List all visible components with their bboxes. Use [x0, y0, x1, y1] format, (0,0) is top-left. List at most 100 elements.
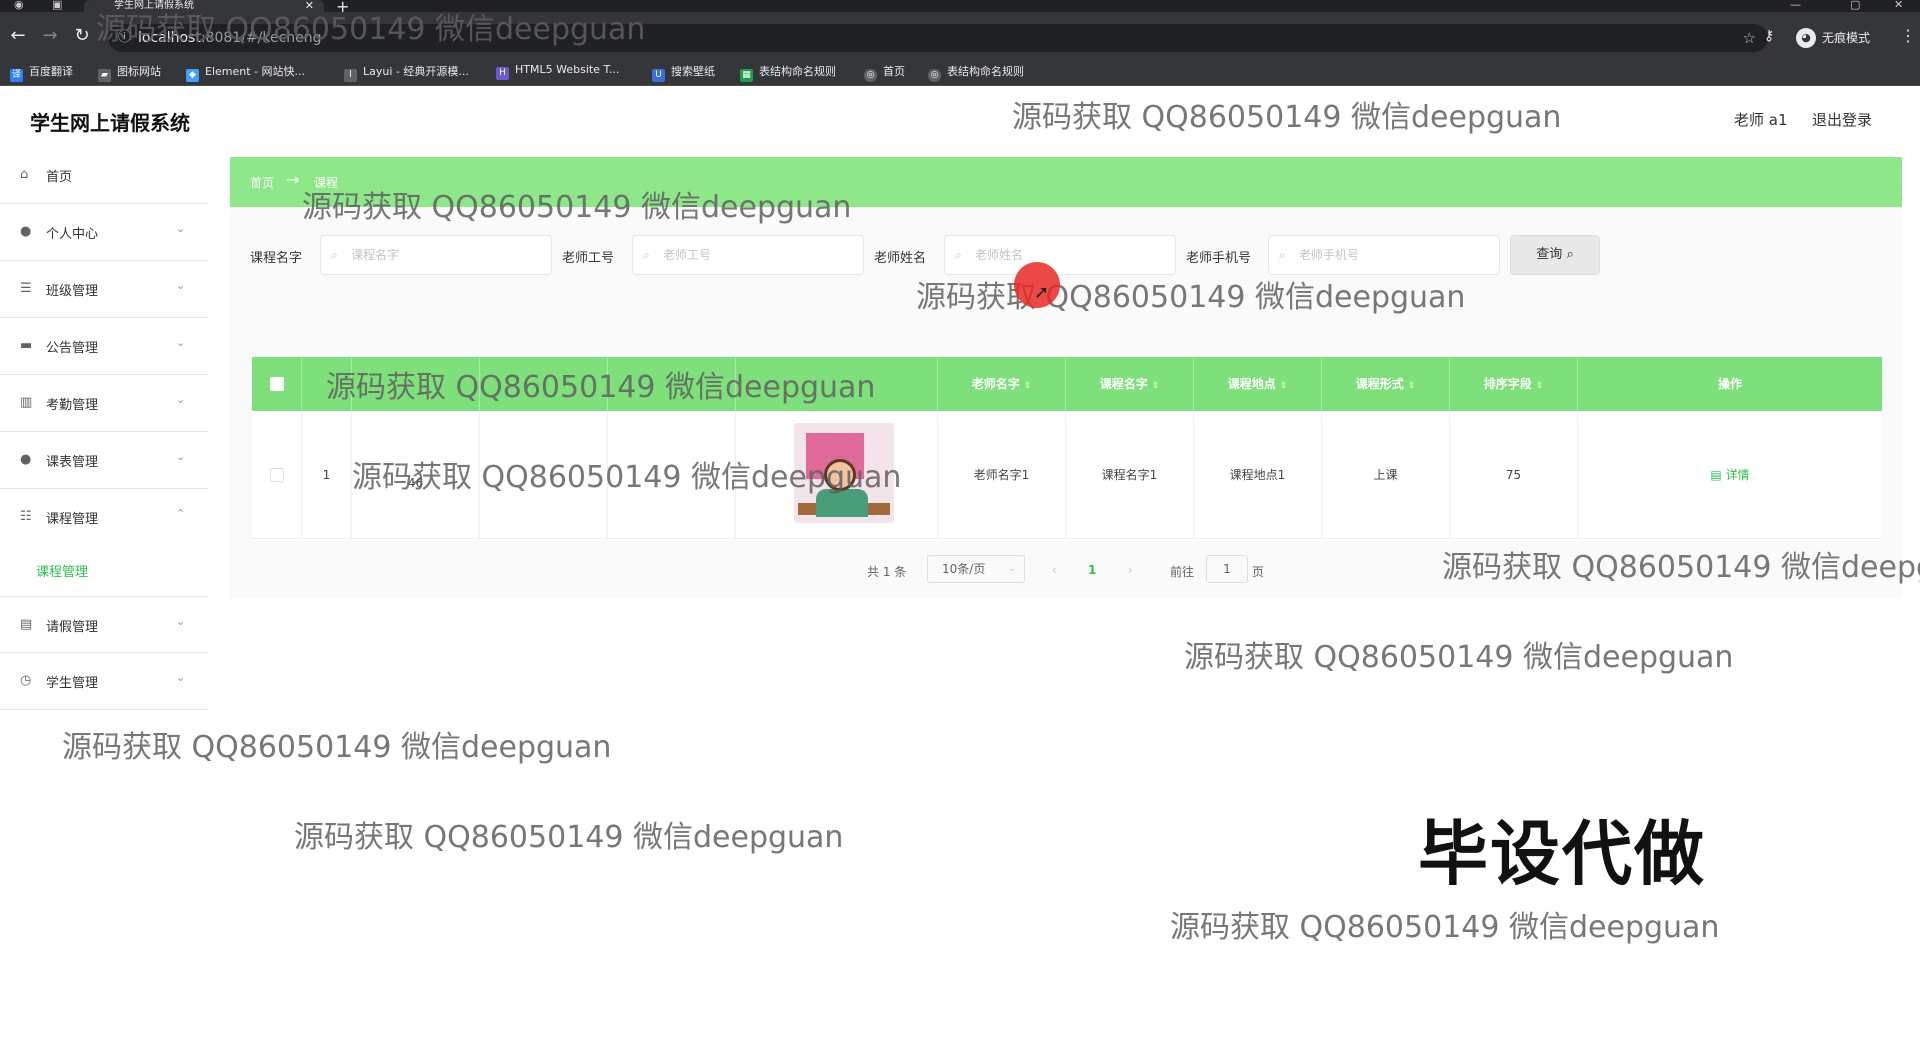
goto-page-input[interactable]: 1 [1206, 555, 1248, 583]
user-icon: ● [20, 452, 32, 467]
ad-banner-text: 毕设代做 [1418, 813, 1706, 895]
minimize-icon[interactable]: — [1790, 0, 1801, 11]
row-sort: 75 [1450, 411, 1578, 539]
sidebar-item-course[interactable]: ☷ 课程管理 ⌃ [0, 489, 208, 546]
sidebar-item-student[interactable]: ◷ 学生管理 ⌄ [0, 653, 208, 710]
maximize-icon[interactable]: ▢ [1850, 0, 1860, 11]
column-header-action: 操作 [1717, 377, 1742, 391]
forward-icon[interactable]: → [38, 25, 62, 46]
column-header-sort[interactable]: 排序字段 ⇕ [1450, 357, 1578, 411]
reload-icon[interactable]: ↻ [70, 25, 94, 46]
sort-icon[interactable]: ⇕ [1280, 381, 1288, 391]
detail-button[interactable]: ▤ 详情 [1710, 468, 1749, 482]
bookmark-item[interactable]: ◎ 表结构命名规则 [928, 63, 1024, 82]
sidebar-item-class[interactable]: ☰ 班级管理 ⌄ [0, 261, 208, 318]
browser-logo-icon: ◉ [14, 0, 24, 11]
watermark-text: 源码获取 QQ86050149 微信deepguan [294, 820, 844, 855]
bookmark-item[interactable]: ▦ 表结构命名规则 [740, 63, 836, 82]
sidebar-item-attendance[interactable]: ▥ 考勤管理 ⌄ [0, 375, 208, 432]
sidebar-item-home[interactable]: ⌂ 首页 [0, 147, 208, 204]
watermark-text: 源码获取 QQ86050149 微信deepguan [96, 12, 646, 47]
chevron-down-icon: ⌄ [176, 336, 186, 349]
row-course-location: 课程地点1 [1194, 411, 1322, 539]
bookmark-item[interactable]: ◆ Element - 网站快... [186, 63, 305, 82]
watermark-text: 源码获取 QQ86050149 微信deepguan [916, 280, 1466, 315]
chevron-down-icon: ⌄ [176, 393, 186, 406]
sort-icon[interactable]: ⇕ [1408, 381, 1416, 391]
html5-icon: H [496, 67, 509, 80]
back-icon[interactable]: ← [6, 25, 30, 46]
element-icon: ◆ [186, 69, 199, 82]
column-header-course-form[interactable]: 课程形式 ⇕ [1322, 357, 1450, 411]
next-page-icon[interactable]: › [1128, 563, 1133, 577]
arrow-right-icon: → [286, 170, 300, 189]
app-title: 学生网上请假系统 [30, 111, 190, 135]
page-unit-label: 页 [1252, 565, 1265, 579]
mouse-cursor-icon: ➚ [1034, 282, 1050, 303]
incognito-indicator[interactable]: ◕ 无痕模式 [1796, 26, 1870, 50]
row-course-form: 上课 [1322, 411, 1450, 539]
sort-icon[interactable]: ⇕ [1536, 381, 1544, 391]
select-all-checkbox[interactable] [270, 377, 284, 391]
sliders-icon: ☷ [20, 509, 32, 524]
page-number-current[interactable]: 1 [1088, 563, 1096, 577]
chevron-down-icon: ⌄ [176, 671, 186, 684]
chevron-up-icon: ⌃ [176, 507, 186, 520]
window-close-icon[interactable]: ✕ [1894, 0, 1903, 11]
course-name-label: 课程名字 [250, 251, 303, 266]
bookmark-item[interactable]: l Layui - 经典开源模... [344, 63, 469, 82]
logout-button[interactable]: 退出登录 [1812, 109, 1872, 130]
bookmark-item[interactable]: ▰ 图标网站 [98, 63, 161, 82]
goto-label: 前往 [1170, 565, 1195, 579]
chevron-down-icon: ⌄ [176, 222, 186, 235]
sidebar-item-personal-center[interactable]: ● 个人中心 ⌄ [0, 204, 208, 261]
document-icon: ▤ [1710, 468, 1722, 482]
column-header-teacher-name[interactable]: 老师名字 ⇕ [938, 357, 1066, 411]
bookmark-star-icon[interactable]: ☆ [1743, 24, 1756, 52]
query-button[interactable]: 查询 ⌕ [1510, 235, 1600, 275]
course-name-input[interactable]: ⌕ 课程名字 [320, 235, 552, 275]
clipboard-icon: ▤ [20, 617, 33, 632]
teacher-id-input[interactable]: ⌕ 老师工号 [632, 235, 864, 275]
browser-menu-icon[interactable]: ⋮ [1900, 26, 1916, 45]
submenu-item-course-manage[interactable]: 课程管理 [36, 561, 88, 580]
home-icon: ⌂ [20, 167, 29, 182]
incognito-icon: ◕ [1796, 28, 1816, 48]
bookmark-item[interactable]: ◎ 首页 [864, 63, 905, 82]
search-icon: ⌕ [331, 248, 338, 262]
globe-icon: ◎ [928, 69, 941, 82]
watermark-text: 源码获取 QQ86050149 微信deepguan [326, 370, 876, 405]
watermark-text: 源码获取 QQ86050149 微信deepguan [1442, 550, 1920, 585]
row-checkbox[interactable] [270, 468, 284, 482]
incognito-label: 无痕模式 [1822, 31, 1871, 45]
sidebar-item-schedule[interactable]: ● 课表管理 ⌄ [0, 432, 208, 489]
select-all-cell [252, 357, 302, 411]
prev-page-icon[interactable]: ‹ [1052, 563, 1057, 577]
teacher-phone-input[interactable]: ⌕ 老师手机号 [1268, 235, 1500, 275]
watermark-text: 源码获取 QQ86050149 微信deepguan [352, 460, 902, 495]
chevron-down-icon: ⌄ [176, 279, 186, 292]
user-icon: ● [20, 224, 32, 239]
row-index: 1 [302, 411, 352, 539]
breadcrumb-home[interactable]: 首页 [250, 174, 274, 191]
bookmark-item[interactable]: H HTML5 Website T... [496, 63, 619, 80]
row-action-cell: ▤ 详情 [1578, 411, 1882, 539]
password-key-icon[interactable]: ⚷ [1764, 28, 1774, 44]
layui-icon: l [344, 69, 357, 82]
column-header-course-name[interactable]: 课程名字 ⇕ [1066, 357, 1194, 411]
bookmark-item[interactable]: 译百度翻译 [10, 63, 73, 82]
column-header-course-location[interactable]: 课程地点 ⇕ [1194, 357, 1322, 411]
chevron-down-icon: ⌄ [1008, 564, 1016, 574]
sidebar-item-leave[interactable]: ▤ 请假管理 ⌄ [0, 596, 208, 653]
search-icon: ⌕ [643, 248, 650, 262]
sort-icon[interactable]: ⇕ [1024, 381, 1032, 391]
sort-icon[interactable]: ⇕ [1152, 381, 1160, 391]
globe-icon: ◎ [864, 69, 877, 82]
teacher-name-input[interactable]: ⌕ 老师姓名 [944, 235, 1176, 275]
sidebar-item-notice[interactable]: ▬ 公告管理 ⌄ [0, 318, 208, 375]
watermark-text: 源码获取 QQ86050149 微信deepguan [302, 190, 852, 225]
page-size-select[interactable]: 10条/页 ⌄ [927, 555, 1025, 583]
tab-switch-icon[interactable]: ▣ [52, 0, 62, 11]
translate-icon: 译 [10, 69, 23, 82]
bookmark-item[interactable]: U 搜索壁纸 [652, 63, 715, 82]
